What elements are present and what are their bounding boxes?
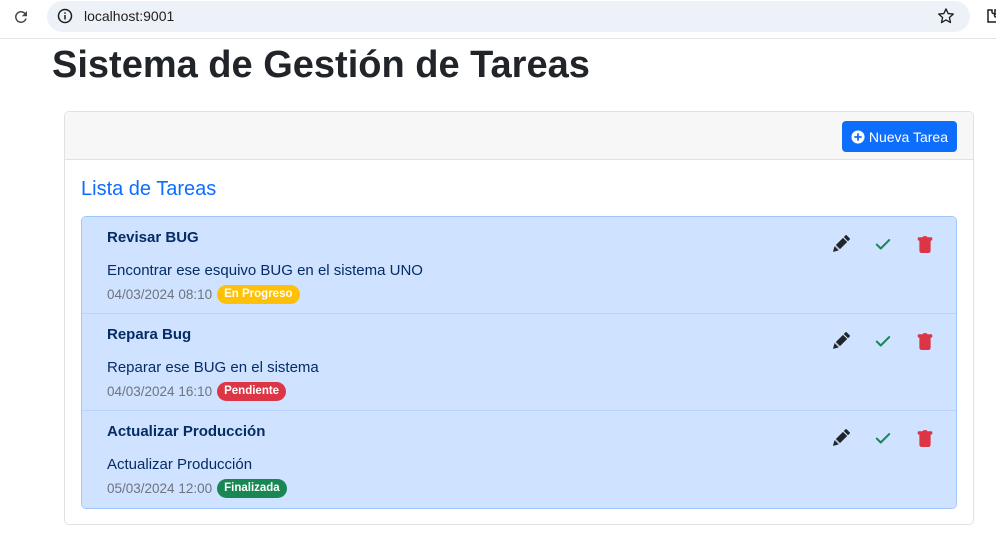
check-icon	[875, 433, 891, 444]
task-meta: 04/03/2024 16:10 Pendiente	[107, 382, 287, 401]
check-icon	[875, 239, 891, 250]
delete-button[interactable]	[904, 425, 946, 451]
complete-button[interactable]	[862, 425, 904, 451]
task-title: Repara Bug	[107, 326, 192, 343]
address-bar[interactable]: localhost:9001	[47, 1, 970, 32]
trash-icon	[917, 333, 933, 350]
trash-icon	[917, 236, 933, 253]
task-actions	[820, 328, 946, 354]
task-item: Repara Bug Reparar ese BUG en el sistema…	[82, 314, 956, 411]
task-description: Encontrar ese esquivo BUG en el sistema …	[107, 262, 423, 279]
task-description: Reparar ese BUG en el sistema	[107, 359, 319, 376]
task-datetime: 04/03/2024 16:10	[107, 384, 213, 399]
edit-button[interactable]	[820, 328, 862, 354]
extension-icon[interactable]	[984, 6, 996, 26]
plus-circle-icon	[851, 129, 865, 144]
info-icon[interactable]	[57, 8, 73, 24]
pencil-icon	[833, 429, 850, 446]
reload-button[interactable]	[10, 6, 32, 28]
page-title: Sistema de Gestión de Tareas	[52, 44, 590, 86]
task-datetime: 04/03/2024 08:10	[107, 287, 213, 302]
delete-button[interactable]	[904, 328, 946, 354]
task-title: Actualizar Producción	[107, 423, 266, 440]
reload-icon	[15, 11, 27, 23]
url-text[interactable]: localhost:9001	[84, 8, 174, 24]
task-actions	[820, 231, 946, 257]
task-description: Actualizar Producción	[107, 456, 253, 473]
pencil-icon	[833, 332, 850, 349]
edit-button[interactable]	[820, 425, 862, 451]
status-badge: En Progreso	[217, 285, 300, 304]
task-list: Revisar BUG Encontrar ese esquivo BUG en…	[81, 216, 957, 509]
star-icon[interactable]	[936, 6, 956, 26]
new-task-label: Nueva Tarea	[868, 128, 948, 145]
task-title: Revisar BUG	[107, 229, 199, 246]
browser-toolbar: localhost:9001	[0, 0, 996, 39]
task-item: Actualizar Producción Actualizar Producc…	[82, 411, 956, 508]
delete-button[interactable]	[904, 231, 946, 257]
tasks-card: Nueva Tarea Lista de Tareas Revisar BUG …	[64, 111, 974, 525]
task-meta: 05/03/2024 12:00 Finalizada	[107, 479, 287, 498]
task-actions	[820, 425, 946, 451]
task-meta: 04/03/2024 08:10 En Progreso	[107, 285, 300, 304]
task-item: Revisar BUG Encontrar ese esquivo BUG en…	[82, 217, 956, 314]
check-icon	[875, 336, 891, 347]
pencil-icon	[833, 235, 850, 252]
list-title: Lista de Tareas	[81, 178, 217, 200]
status-badge: Finalizada	[217, 479, 287, 498]
status-badge: Pendiente	[217, 382, 287, 401]
complete-button[interactable]	[862, 328, 904, 354]
card-header: Nueva Tarea	[65, 112, 973, 160]
complete-button[interactable]	[862, 231, 904, 257]
new-task-button[interactable]: Nueva Tarea	[841, 121, 957, 152]
trash-icon	[917, 430, 933, 447]
edit-button[interactable]	[820, 231, 862, 257]
task-datetime: 05/03/2024 12:00	[107, 481, 213, 496]
